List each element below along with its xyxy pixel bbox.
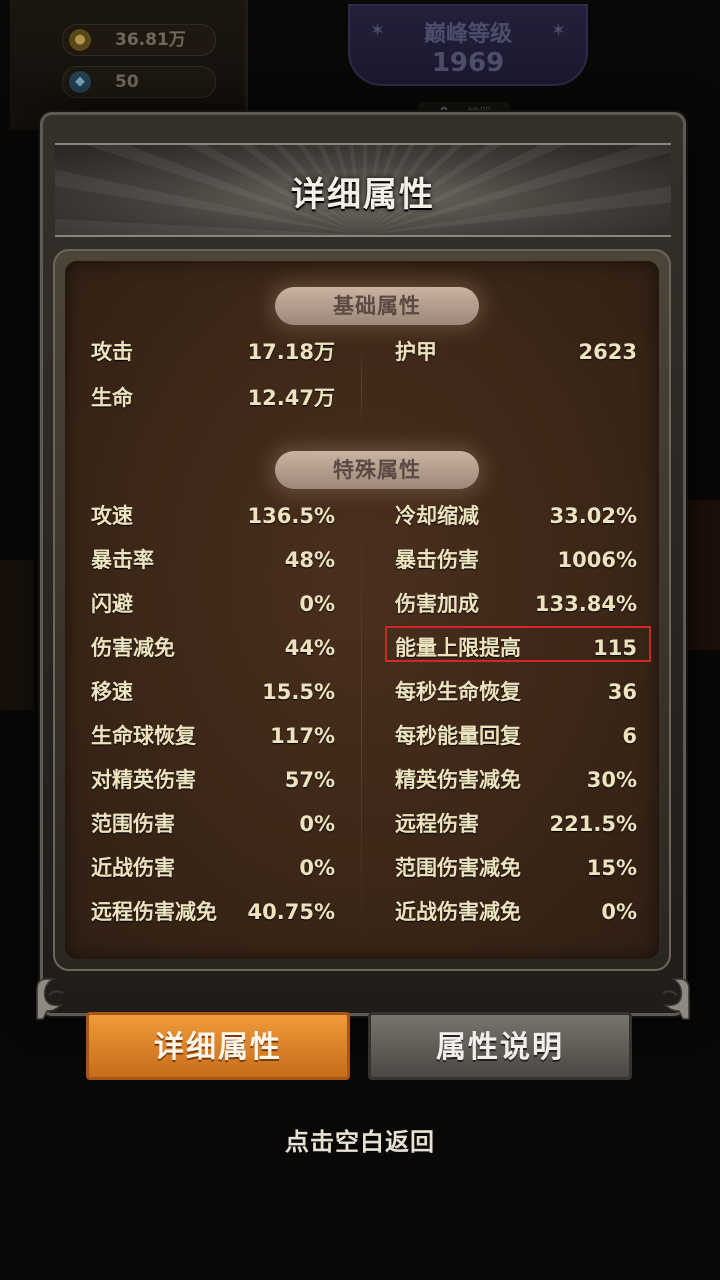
stat-row: 冷却缩减 33.02% [395,501,637,531]
stat-value: 6 [622,724,637,748]
dialog-header: 详细属性 [55,143,671,237]
special-attributes-header: 特殊属性 [275,451,479,489]
stat-label: 范围伤害 [91,812,175,836]
basic-attributes-header: 基础属性 [275,287,479,325]
detail-attributes-dialog: 详细属性 基础属性 特殊属性 攻击 17.18万生命 12.47万 护甲 2623 攻速 1… [36,112,690,1020]
stat-row: 范围伤害 0% [91,809,335,839]
stat-value: 0% [299,812,335,836]
stat-label: 伤害加成 [395,592,479,616]
stat-label: 范围伤害减免 [395,856,521,880]
stat-label: 近战伤害 [91,856,175,880]
stat-row: 远程伤害 221.5% [395,809,637,839]
stat-label: 对精英伤害 [91,768,196,792]
background-decoration [680,500,720,650]
stat-row: 攻速 136.5% [91,501,335,531]
stat-label: 伤害减免 [91,636,175,660]
stat-value: 15% [586,856,637,880]
tab-detail-attributes[interactable]: 详细属性 [86,1012,350,1080]
stat-row: 暴击率 48% [91,545,335,575]
stat-row: 每秒能量回复 6 [395,721,637,751]
stat-value: 117% [270,724,335,748]
background-resource-panel [10,0,248,130]
column-divider [361,505,362,941]
background-decoration [0,560,34,710]
stat-row: 生命 12.47万 [91,383,335,413]
screen[interactable]: ● 36.81万 ◆ 50 ✶ ✶ 巅峰等级 1969 🔒 一神器 详细属性 基… [0,0,720,1280]
stat-label: 每秒生命恢复 [395,680,521,704]
gold-coin-icon: ● [69,29,91,51]
stat-value: 115 [593,636,637,660]
stat-value: 15.5% [262,680,335,704]
stat-value: 57% [284,768,335,792]
stat-label: 生命球恢复 [91,724,196,748]
stat-row: 伤害加成 133.84% [395,589,637,619]
stat-value: 133.84% [534,592,637,616]
attributes-content: 基础属性 特殊属性 攻击 17.18万生命 12.47万 护甲 2623 攻速 136.5%… [65,261,659,959]
stat-value: 0% [299,592,335,616]
stat-row: 精英伤害减免 30% [395,765,637,795]
peak-level-value: 1969 [431,48,505,78]
stat-value: 44% [284,636,335,660]
corner-ornament-icon [662,978,690,1020]
stat-label: 移速 [91,680,133,704]
stat-label: 远程伤害 [395,812,479,836]
stat-label: 攻击 [91,340,133,364]
stat-label: 冷却缩减 [395,504,479,528]
stat-row: 闪避 0% [91,589,335,619]
gem-value: 50 [115,72,139,92]
gold-counter: ● 36.81万 [62,24,216,56]
stat-label: 近战伤害减免 [395,900,521,924]
stat-value: 36 [607,680,637,704]
stat-row: 暴击伤害 1006% [395,545,637,575]
stat-value: 136.5% [247,504,335,528]
stat-row: 每秒生命恢复 36 [395,677,637,707]
gem-icon: ◆ [69,71,91,93]
stat-row: 近战伤害 0% [91,853,335,883]
stat-row: 范围伤害减免 15% [395,853,637,883]
stat-value: 30% [586,768,637,792]
stat-row: 能量上限提高 115 [395,633,637,663]
stat-value: 48% [284,548,335,572]
star-icon: ✶ [550,20,566,41]
gold-value: 36.81万 [115,30,186,50]
stat-value: 0% [601,900,637,924]
gem-counter: ◆ 50 [62,66,216,98]
stat-label: 暴击伤害 [395,548,479,572]
attributes-panel: 基础属性 特殊属性 攻击 17.18万生命 12.47万 护甲 2623 攻速 136.5%… [53,249,671,971]
stat-row: 生命球恢复 117% [91,721,335,751]
stat-row: 对精英伤害 57% [91,765,335,795]
stat-value: 12.47万 [247,386,335,410]
dialog-title: 详细属性 [291,175,435,215]
stat-row: 远程伤害减免 40.75% [91,897,335,927]
stat-label: 每秒能量回复 [395,724,521,748]
tap-blank-to-return-hint[interactable]: 点击空白返回 [0,1122,720,1157]
stat-label: 远程伤害减免 [91,900,217,924]
stat-label: 生命 [91,386,133,410]
stat-label: 能量上限提高 [395,636,521,660]
stat-label: 精英伤害减免 [395,768,521,792]
stat-label: 闪避 [91,592,133,616]
stat-value: 2623 [578,340,637,364]
column-divider [361,341,362,433]
star-icon: ✶ [370,20,386,41]
stat-row: 护甲 2623 [395,337,637,367]
stat-value: 0% [299,856,335,880]
stat-row: 近战伤害减免 0% [395,897,637,927]
peak-level-badge: ✶ ✶ 巅峰等级 1969 [348,4,588,86]
stat-label: 护甲 [395,340,437,364]
stat-value: 1006% [557,548,638,572]
tab-attribute-explanation[interactable]: 属性说明 [368,1012,632,1080]
corner-ornament-icon [36,978,64,1020]
stat-row: 伤害减免 44% [91,633,335,663]
stat-value: 40.75% [247,900,335,924]
stat-row: 攻击 17.18万 [91,337,335,367]
stat-label: 暴击率 [91,548,154,572]
stat-row: 移速 15.5% [91,677,335,707]
stat-value: 221.5% [549,812,637,836]
stat-label: 攻速 [91,504,133,528]
stat-value: 33.02% [549,504,637,528]
stat-value: 17.18万 [247,340,335,364]
